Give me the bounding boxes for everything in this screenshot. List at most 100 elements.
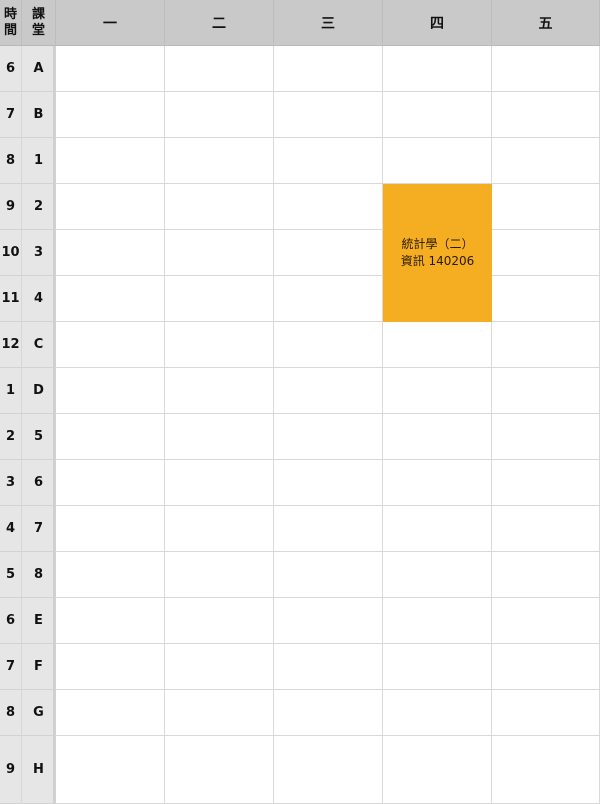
period-header: 課 堂 (22, 0, 56, 46)
schedule-slot[interactable] (274, 460, 383, 506)
schedule-slot[interactable] (56, 92, 165, 138)
period-header-label-2: 堂 (31, 22, 45, 38)
time-cell: 3 (0, 460, 22, 506)
schedule-slot[interactable] (56, 644, 165, 690)
schedule-slot[interactable] (492, 230, 600, 276)
schedule-slot[interactable] (56, 506, 165, 552)
schedule-slot[interactable] (274, 414, 383, 460)
period-cell: E (22, 598, 56, 644)
schedule-slot[interactable] (56, 276, 165, 322)
schedule-slot[interactable] (492, 276, 600, 322)
schedule-slot[interactable] (492, 92, 600, 138)
schedule-slot[interactable] (165, 276, 274, 322)
schedule-slot[interactable] (165, 736, 274, 804)
schedule-slot[interactable] (165, 460, 274, 506)
schedule-slot[interactable] (383, 506, 492, 552)
schedule-slot[interactable] (165, 184, 274, 230)
period-cell: 6 (22, 460, 56, 506)
schedule-slot[interactable] (56, 736, 165, 804)
schedule-slot[interactable] (274, 46, 383, 92)
schedule-slot[interactable] (165, 644, 274, 690)
schedule-slot[interactable] (492, 736, 600, 804)
schedule-slot[interactable] (492, 414, 600, 460)
schedule-slot[interactable] (56, 368, 165, 414)
schedule-slot[interactable] (56, 230, 165, 276)
schedule-slot[interactable] (165, 46, 274, 92)
schedule-slot[interactable] (383, 368, 492, 414)
schedule-slot[interactable] (56, 414, 165, 460)
schedule-slot[interactable] (165, 138, 274, 184)
schedule-slot[interactable] (165, 230, 274, 276)
schedule-slot[interactable] (383, 644, 492, 690)
schedule-slot[interactable] (492, 368, 600, 414)
schedule-slot[interactable] (274, 552, 383, 598)
period-cell: G (22, 690, 56, 736)
day-header-tue: 二 (165, 0, 274, 46)
schedule-slot[interactable] (274, 598, 383, 644)
schedule-slot[interactable] (274, 138, 383, 184)
schedule-slot[interactable] (274, 690, 383, 736)
schedule-slot[interactable] (56, 322, 165, 368)
course-block-statistics[interactable]: 統計學（二） 資訊 140206 (383, 184, 492, 322)
schedule-slot[interactable] (274, 184, 383, 230)
schedule-slot[interactable] (383, 46, 492, 92)
schedule-slot[interactable] (56, 690, 165, 736)
schedule-slot[interactable] (383, 138, 492, 184)
schedule-slot[interactable] (492, 506, 600, 552)
time-cell: 7 (0, 92, 22, 138)
schedule-slot[interactable] (165, 690, 274, 736)
schedule-slot[interactable] (383, 92, 492, 138)
schedule-slot[interactable] (165, 598, 274, 644)
schedule-slot[interactable] (383, 414, 492, 460)
time-cell: 2 (0, 414, 22, 460)
schedule-slot[interactable] (492, 690, 600, 736)
period-cell: 3 (22, 230, 56, 276)
time-cell: 9 (0, 184, 22, 230)
time-cell: 11 (0, 276, 22, 322)
schedule-slot[interactable] (492, 552, 600, 598)
schedule-slot[interactable] (274, 276, 383, 322)
schedule-slot[interactable] (492, 138, 600, 184)
schedule-slot[interactable] (56, 552, 165, 598)
schedule-slot[interactable] (383, 690, 492, 736)
schedule-slot[interactable] (165, 552, 274, 598)
schedule-slot[interactable] (56, 46, 165, 92)
period-cell: 2 (22, 184, 56, 230)
schedule-slot[interactable] (56, 138, 165, 184)
schedule-slot[interactable] (165, 322, 274, 368)
schedule-slot[interactable] (492, 460, 600, 506)
schedule-slot[interactable] (165, 92, 274, 138)
schedule-slot[interactable] (383, 598, 492, 644)
schedule-slot[interactable] (492, 184, 600, 230)
schedule-slot[interactable] (274, 644, 383, 690)
time-header-label-1: 時 (3, 6, 17, 22)
time-cell: 8 (0, 138, 22, 184)
schedule-slot[interactable] (492, 46, 600, 92)
schedule-slot[interactable] (274, 92, 383, 138)
schedule-slot[interactable] (383, 736, 492, 804)
schedule-slot[interactable] (383, 552, 492, 598)
time-cell: 7 (0, 644, 22, 690)
day-header-wed: 三 (274, 0, 383, 46)
schedule-slot[interactable] (165, 368, 274, 414)
schedule-slot[interactable] (56, 184, 165, 230)
period-cell: 1 (22, 138, 56, 184)
schedule-slot[interactable] (274, 506, 383, 552)
schedule-slot[interactable] (383, 460, 492, 506)
day-header-thu: 四 (383, 0, 492, 46)
period-cell: B (22, 92, 56, 138)
schedule-slot[interactable] (274, 368, 383, 414)
schedule-slot[interactable] (492, 644, 600, 690)
schedule-slot[interactable] (492, 322, 600, 368)
course-room: 資訊 140206 (400, 254, 475, 268)
schedule-slot[interactable] (383, 322, 492, 368)
time-cell: 12 (0, 322, 22, 368)
schedule-slot[interactable] (274, 736, 383, 804)
schedule-slot[interactable] (274, 322, 383, 368)
schedule-slot[interactable] (56, 598, 165, 644)
schedule-slot[interactable] (165, 414, 274, 460)
schedule-slot[interactable] (56, 460, 165, 506)
schedule-slot[interactable] (165, 506, 274, 552)
schedule-slot[interactable] (274, 230, 383, 276)
schedule-slot[interactable] (492, 598, 600, 644)
